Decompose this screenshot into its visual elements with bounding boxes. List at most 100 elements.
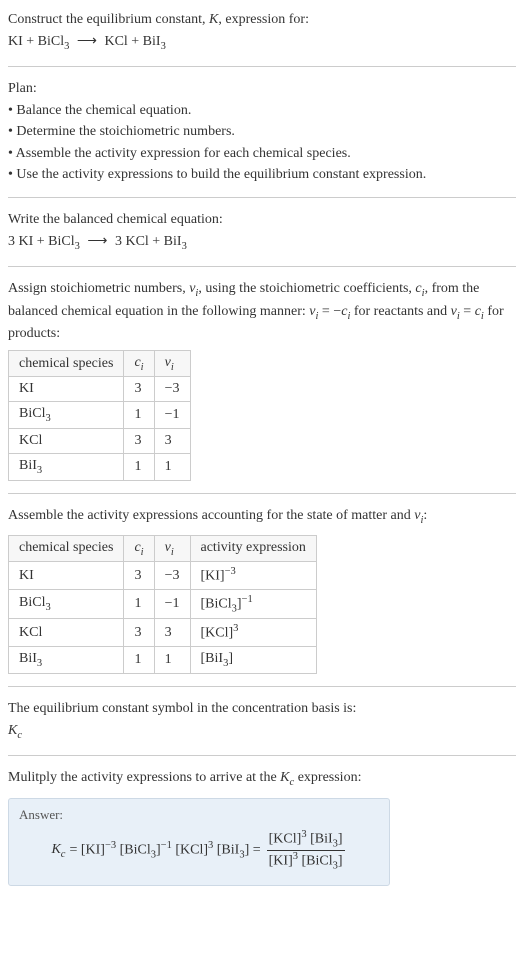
- prompt-line: Construct the equilibrium constant, K, e…: [8, 10, 516, 30]
- stoich-text-2: , using the stoichiometric coefficients,: [198, 281, 415, 296]
- cell-c: 1: [124, 590, 154, 619]
- sp-sub: 3: [45, 413, 50, 424]
- table-row: BiI3 1 1 [BiI3]: [9, 647, 317, 674]
- base: [BiCl: [201, 597, 232, 612]
- mult-end: expression:: [294, 770, 361, 785]
- cell-v: −1: [154, 590, 190, 619]
- e1: −3: [105, 840, 116, 851]
- t5: ] =: [245, 843, 261, 858]
- bal-lhs: 3 KI + BiCl: [8, 234, 75, 249]
- plan-bullet-2: • Determine the stoichiometric numbers.: [8, 122, 516, 142]
- kc-line: The equilibrium constant symbol in the c…: [8, 699, 516, 719]
- stoich-intro: Assign stoichiometric numbers, νi, using…: [8, 279, 516, 344]
- exp: −1: [242, 594, 253, 605]
- sp: BiI: [19, 458, 37, 473]
- cell-activity: [KCl]3: [190, 619, 316, 647]
- arrow-icon: ⟶: [83, 234, 111, 249]
- sp: KI: [19, 381, 34, 396]
- activity-text: Assemble the activity expressions accoun…: [8, 508, 414, 523]
- plan-bullet-1: • Balance the chemical equation.: [8, 101, 516, 121]
- balanced-equation: 3 KI + BiCl3 ⟶ 3 KCl + BiI3: [8, 232, 516, 254]
- Kc-left: Kc: [51, 842, 65, 860]
- activity-table: chemical species ci νi activity expressi…: [8, 535, 317, 674]
- th-ci: ci: [124, 535, 154, 562]
- answer-equation: Kc = [KI]−3 [BiCl3]−1 [KCl]3 [BiI3] = [K…: [19, 829, 379, 871]
- divider: [8, 686, 516, 687]
- table-row: BiCl3 1 −1 [BiCl3]−1: [9, 590, 317, 619]
- cell-activity: [BiI3]: [190, 647, 316, 674]
- cell-c: 3: [124, 619, 154, 647]
- cell-species: BiI3: [9, 647, 124, 674]
- n3: ]: [338, 832, 343, 847]
- sub-3: 3: [161, 40, 166, 51]
- cell-v: 1: [154, 647, 190, 674]
- cell-species: BiI3: [9, 454, 124, 481]
- cell-c: 3: [124, 429, 154, 454]
- table-row: KI 3 −3: [9, 377, 191, 402]
- th-vi: νi: [154, 535, 190, 562]
- sp: BiI: [19, 651, 37, 666]
- bal-rhs: 3 KCl + BiI: [115, 234, 182, 249]
- cell-v: −1: [154, 402, 190, 429]
- fraction: [KCl]3 [BiI3] [KI]3 [BiCl3]: [267, 829, 345, 871]
- table-header-row: chemical species ci νi activity expressi…: [9, 535, 317, 562]
- n2: [BiI: [307, 832, 333, 847]
- th-activity: activity expression: [190, 535, 316, 562]
- cell-species: KCl: [9, 619, 124, 647]
- sp-sub: 3: [45, 602, 50, 613]
- cell-c: 3: [124, 562, 154, 590]
- balanced-title: Write the balanced chemical equation:: [8, 210, 516, 230]
- unbalanced-equation: KI + BiCl3 ⟶ KCl + BiI3: [8, 32, 516, 54]
- t4: [BiI: [213, 843, 239, 858]
- denominator: [KI]3 [BiCl3]: [267, 851, 345, 871]
- th-ci: ci: [124, 350, 154, 377]
- answer-label: Answer:: [19, 807, 379, 823]
- cell-activity: [KI]−3: [190, 562, 316, 590]
- Kc-sub: c: [17, 729, 22, 740]
- sp: BiCl: [19, 595, 45, 610]
- divider: [8, 755, 516, 756]
- kc-symbol: Kc: [8, 721, 516, 743]
- s3: 3: [151, 850, 156, 861]
- cell-v: 1: [154, 454, 190, 481]
- eq-rhs: KCl + BiI: [104, 34, 160, 49]
- sp: KI: [19, 568, 34, 583]
- eq-lhs: KI + BiCl: [8, 34, 64, 49]
- K: K: [51, 842, 60, 857]
- base: [KI]: [201, 569, 225, 584]
- prompt-text-2: , expression for:: [218, 12, 309, 27]
- cell-species: BiCl3: [9, 590, 124, 619]
- Kc-sub: c: [61, 848, 66, 859]
- table-row: KCl 3 3 [KCl]3: [9, 619, 317, 647]
- nu-i: i: [171, 546, 174, 557]
- cell-species: KI: [9, 377, 124, 402]
- rel2a: =: [460, 304, 475, 319]
- rel1b: for reactants and: [350, 304, 450, 319]
- table-row: BiI3 1 1: [9, 454, 191, 481]
- cell-species: BiCl3: [9, 402, 124, 429]
- d1: [KI]: [269, 854, 293, 869]
- sp-sub: 3: [37, 658, 42, 669]
- base: [KCl]: [201, 626, 234, 641]
- answer-box: Answer: Kc = [KI]−3 [BiCl3]−1 [KCl]3 [Bi…: [8, 798, 390, 886]
- cell-v: −3: [154, 562, 190, 590]
- exp: 3: [233, 623, 238, 634]
- sp: KCl: [19, 433, 42, 448]
- K: K: [8, 723, 17, 738]
- prompt-text-1: Construct the equilibrium constant,: [8, 12, 209, 27]
- t2: [BiCl: [116, 843, 151, 858]
- sub-3: 3: [64, 40, 69, 51]
- cell-c: 1: [124, 454, 154, 481]
- cell-c: 1: [124, 647, 154, 674]
- cell-c: 3: [124, 377, 154, 402]
- table-row: BiCl3 1 −1: [9, 402, 191, 429]
- plan-bullet-4: • Use the activity expressions to build …: [8, 165, 516, 185]
- nu-i: i: [421, 515, 424, 526]
- plan-title: Plan:: [8, 79, 516, 99]
- th-vi: νi: [154, 350, 190, 377]
- th-species: chemical species: [9, 350, 124, 377]
- cell-v: 3: [154, 619, 190, 647]
- sp-sub: 3: [37, 465, 42, 476]
- exp: −3: [225, 566, 236, 577]
- n1: [KCl]: [269, 832, 302, 847]
